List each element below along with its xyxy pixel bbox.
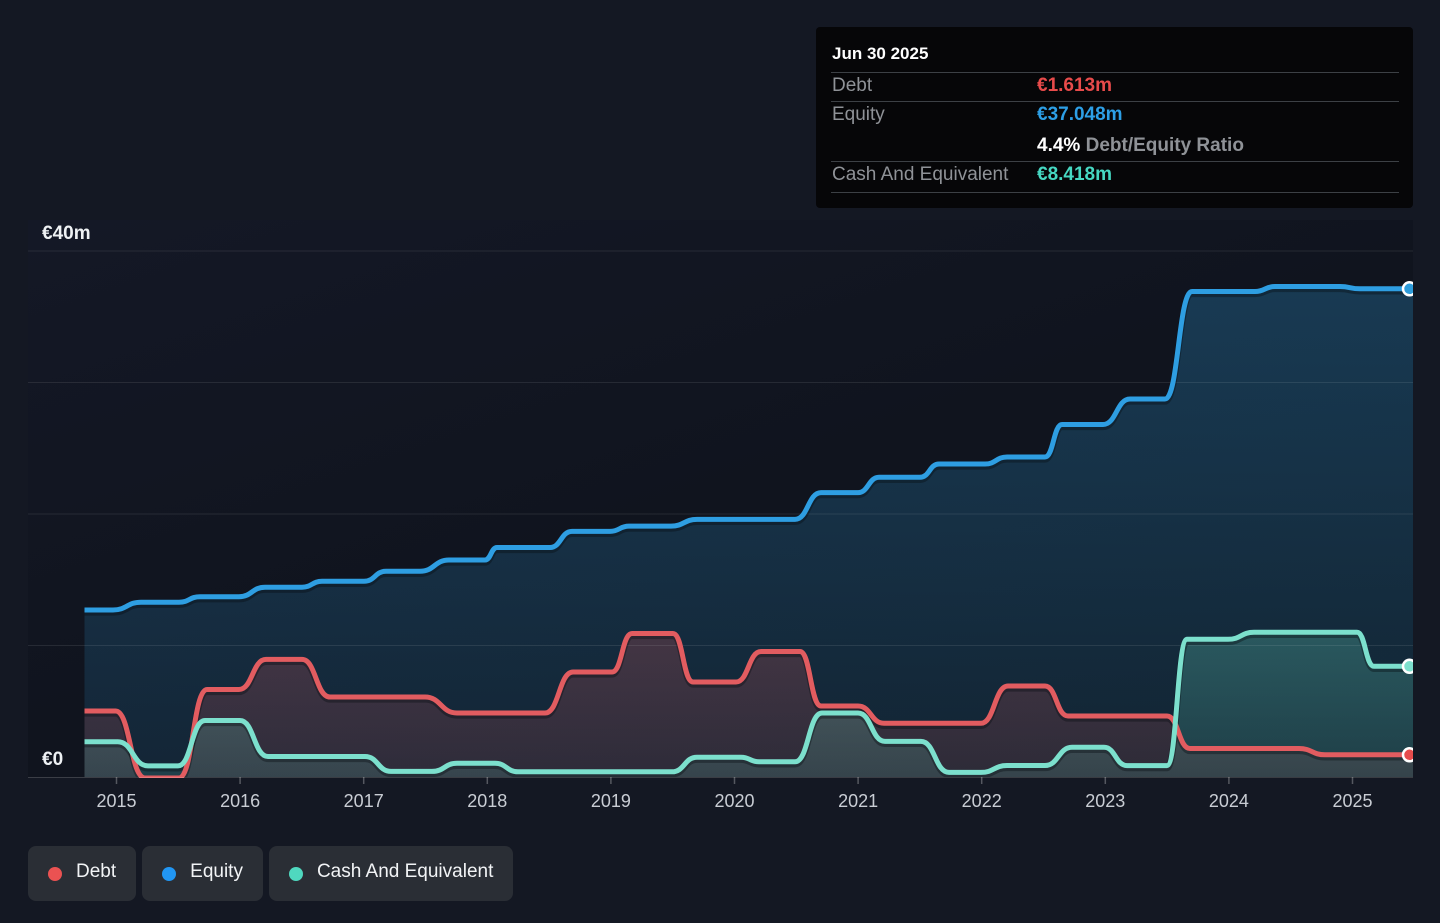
svg-text:2023: 2023 bbox=[1085, 791, 1125, 811]
svg-text:2019: 2019 bbox=[591, 791, 631, 811]
svg-text:€0: €0 bbox=[42, 749, 63, 770]
svg-text:2016: 2016 bbox=[220, 791, 260, 811]
svg-text:2018: 2018 bbox=[467, 791, 507, 811]
svg-text:2025: 2025 bbox=[1332, 791, 1372, 811]
svg-text:2017: 2017 bbox=[344, 791, 384, 811]
svg-text:2022: 2022 bbox=[962, 791, 1002, 811]
svg-text:2024: 2024 bbox=[1209, 791, 1249, 811]
svg-text:2020: 2020 bbox=[714, 791, 754, 811]
svg-text:2015: 2015 bbox=[96, 791, 136, 811]
svg-text:€40m: €40m bbox=[42, 223, 91, 244]
svg-text:2021: 2021 bbox=[838, 791, 878, 811]
